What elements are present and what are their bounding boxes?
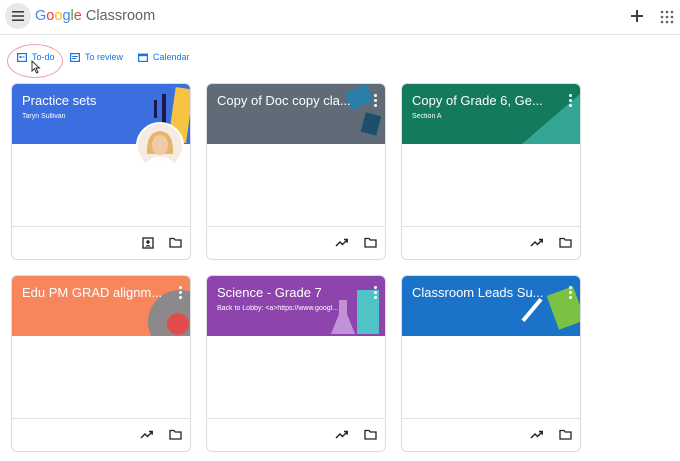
- card-more-icon[interactable]: [179, 286, 182, 301]
- plus-icon[interactable]: [628, 7, 646, 25]
- nav-to-review-label: To review: [85, 52, 124, 62]
- card-banner[interactable]: Edu PM GRAD alignm...: [12, 276, 190, 336]
- card-more-icon[interactable]: [569, 94, 572, 109]
- class-card-science[interactable]: Science - Grade 7 Back to Lobby: <a>http…: [206, 275, 386, 452]
- calendar-icon: [138, 53, 148, 62]
- card-subtitle: Taryn Sullivan: [22, 113, 66, 120]
- class-card-grade6[interactable]: Copy of Grade 6, Ge... Section A: [401, 83, 581, 260]
- card-footer: [12, 226, 190, 259]
- nav-to-review[interactable]: To review: [70, 52, 123, 62]
- class-card-edu-pm[interactable]: Edu PM GRAD alignm...: [11, 275, 191, 452]
- class-card-doc-copy[interactable]: Copy of Doc copy cla...: [206, 83, 386, 260]
- nav-calendar-label: Calendar: [153, 52, 190, 62]
- card-footer: [402, 418, 580, 451]
- card-title[interactable]: Classroom Leads Su...: [412, 285, 557, 300]
- review-icon: [70, 52, 80, 62]
- folder-icon[interactable]: [559, 429, 572, 440]
- folder-icon[interactable]: [169, 429, 182, 440]
- card-footer: [402, 226, 580, 259]
- folder-icon[interactable]: [364, 429, 377, 440]
- card-banner[interactable]: Copy of Doc copy cla...: [207, 84, 385, 144]
- app-header: Google Classroom: [0, 0, 680, 35]
- card-title[interactable]: Copy of Grade 6, Ge...: [412, 93, 557, 108]
- folder-icon[interactable]: [169, 237, 182, 248]
- teacher-avatar: [136, 122, 184, 170]
- card-footer: [12, 418, 190, 451]
- card-title[interactable]: Practice sets: [22, 93, 167, 108]
- class-card-classroom-leads[interactable]: Classroom Leads Su...: [401, 275, 581, 452]
- trending-icon[interactable]: [335, 429, 348, 439]
- google-wordmark: Google: [35, 8, 82, 24]
- class-card-practice-sets[interactable]: Practice sets Taryn Sullivan: [11, 83, 191, 260]
- hamburger-menu-icon: [12, 11, 24, 21]
- apps-grid-icon[interactable]: [660, 10, 674, 24]
- card-banner[interactable]: Copy of Grade 6, Ge... Section A: [402, 84, 580, 144]
- mouse-cursor-icon: [31, 60, 41, 74]
- card-title[interactable]: Edu PM GRAD alignm...: [22, 285, 167, 300]
- google-classroom-logo[interactable]: Google Classroom: [35, 8, 155, 24]
- card-more-icon[interactable]: [374, 94, 377, 109]
- card-banner[interactable]: Science - Grade 7 Back to Lobby: <a>http…: [207, 276, 385, 336]
- card-more-icon[interactable]: [374, 286, 377, 301]
- card-banner[interactable]: Classroom Leads Su...: [402, 276, 580, 336]
- card-subtitle: Section A: [412, 113, 442, 120]
- trending-icon[interactable]: [530, 429, 543, 439]
- card-more-icon[interactable]: [569, 286, 572, 301]
- portfolio-icon[interactable]: [142, 237, 154, 249]
- trending-icon[interactable]: [140, 429, 153, 439]
- card-title[interactable]: Copy of Doc copy cla...: [217, 93, 362, 108]
- main-menu-button[interactable]: [5, 3, 31, 29]
- nav-calendar[interactable]: Calendar: [138, 52, 190, 62]
- card-footer: [207, 418, 385, 451]
- card-subtitle: Back to Lobby: <a>https://www.googl...: [217, 305, 339, 312]
- card-footer: [207, 226, 385, 259]
- card-title[interactable]: Science - Grade 7: [217, 285, 362, 300]
- trending-icon[interactable]: [530, 237, 543, 247]
- folder-icon[interactable]: [559, 237, 572, 248]
- product-name: Classroom: [85, 8, 156, 24]
- folder-icon[interactable]: [364, 237, 377, 248]
- trending-icon[interactable]: [335, 237, 348, 247]
